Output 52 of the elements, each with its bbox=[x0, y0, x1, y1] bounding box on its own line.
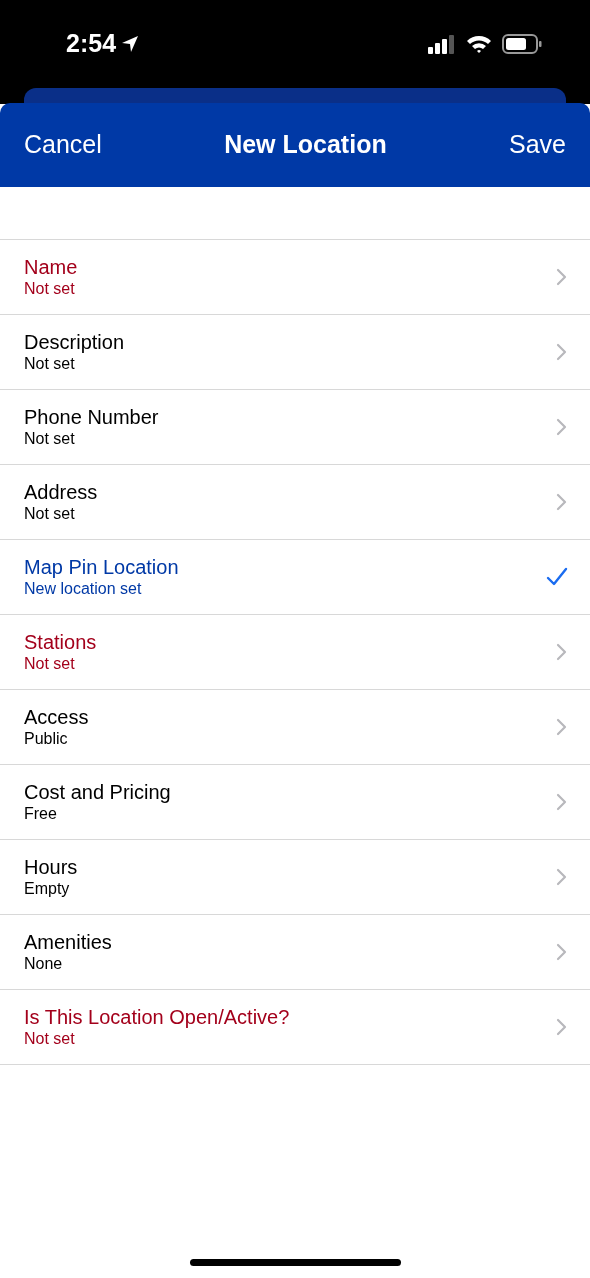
chevron-right-icon bbox=[556, 943, 568, 961]
chevron-right-icon bbox=[556, 493, 568, 511]
list-row[interactable]: Hours Empty bbox=[0, 840, 590, 915]
row-label: Amenities bbox=[24, 930, 113, 954]
chevron-right-icon bbox=[556, 868, 568, 886]
chevron-right-icon bbox=[556, 793, 568, 811]
row-value: Free bbox=[24, 804, 58, 824]
chevron-right-icon bbox=[556, 343, 568, 361]
list-row[interactable]: Cost and Pricing Free bbox=[0, 765, 590, 840]
signal-icon bbox=[428, 34, 456, 54]
row-label: Stations bbox=[24, 630, 98, 654]
row-label: Hours bbox=[24, 855, 79, 879]
row-value: Not set bbox=[24, 279, 76, 299]
wifi-icon bbox=[466, 34, 492, 54]
row-value: Not set bbox=[24, 654, 76, 674]
row-label: Access bbox=[24, 705, 90, 729]
row-label: Is This Location Open/Active? bbox=[24, 1005, 291, 1029]
row-value: Not set bbox=[24, 429, 76, 449]
list-row[interactable]: Amenities None bbox=[0, 915, 590, 990]
list-row[interactable]: Map Pin Location New location set bbox=[0, 540, 590, 615]
list-row[interactable]: Description Not set bbox=[0, 315, 590, 390]
cancel-button[interactable]: Cancel bbox=[24, 126, 102, 164]
row-value: Public bbox=[24, 729, 69, 749]
row-value: New location set bbox=[24, 579, 143, 599]
row-value: Empty bbox=[24, 879, 71, 899]
chevron-right-icon bbox=[556, 418, 568, 436]
list-row[interactable]: Access Public bbox=[0, 690, 590, 765]
row-value: Not set bbox=[24, 504, 76, 524]
row-label: Cost and Pricing bbox=[24, 780, 172, 804]
clock-time: 2:54 bbox=[66, 28, 117, 60]
row-value: None bbox=[24, 954, 64, 974]
row-label: Description bbox=[24, 330, 126, 354]
row-value: Not set bbox=[24, 354, 76, 374]
list-row[interactable]: Address Not set bbox=[0, 465, 590, 540]
list-row[interactable]: Name Not set bbox=[0, 240, 590, 315]
chevron-right-icon bbox=[556, 718, 568, 736]
chevron-right-icon bbox=[556, 1018, 568, 1036]
row-label: Name bbox=[24, 255, 79, 279]
checkmark-icon bbox=[546, 567, 568, 587]
location-arrow-icon bbox=[120, 34, 141, 54]
row-label: Phone Number bbox=[24, 405, 160, 429]
chevron-right-icon bbox=[556, 643, 568, 661]
list-row[interactable]: Phone Number Not set bbox=[0, 390, 590, 465]
row-label: Map Pin Location bbox=[24, 555, 180, 579]
battery-icon bbox=[502, 34, 542, 54]
screen-title: New Location bbox=[224, 129, 387, 161]
row-label: Address bbox=[24, 480, 99, 504]
list-row[interactable]: Is This Location Open/Active? Not set bbox=[0, 990, 590, 1065]
save-button[interactable]: Save bbox=[509, 126, 566, 164]
chevron-right-icon bbox=[556, 268, 568, 286]
list-row[interactable]: Stations Not set bbox=[0, 615, 590, 690]
row-value: Not set bbox=[24, 1029, 76, 1049]
